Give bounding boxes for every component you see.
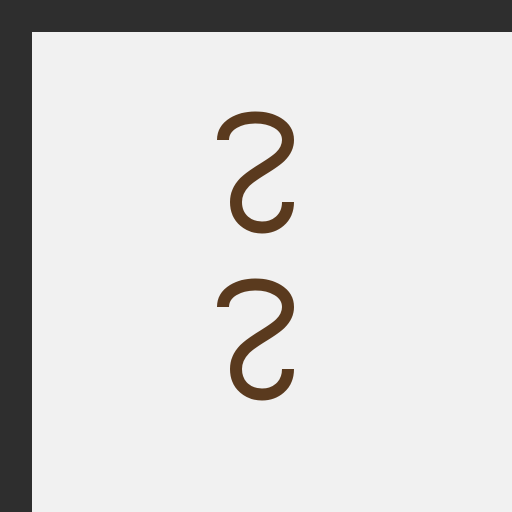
canvas <box>32 32 512 512</box>
hooks-group <box>217 111 294 401</box>
frame-top-edge <box>0 0 512 32</box>
s-hook-icon <box>217 111 294 234</box>
s-hook-icon <box>217 278 294 401</box>
frame-left-edge <box>0 0 32 512</box>
